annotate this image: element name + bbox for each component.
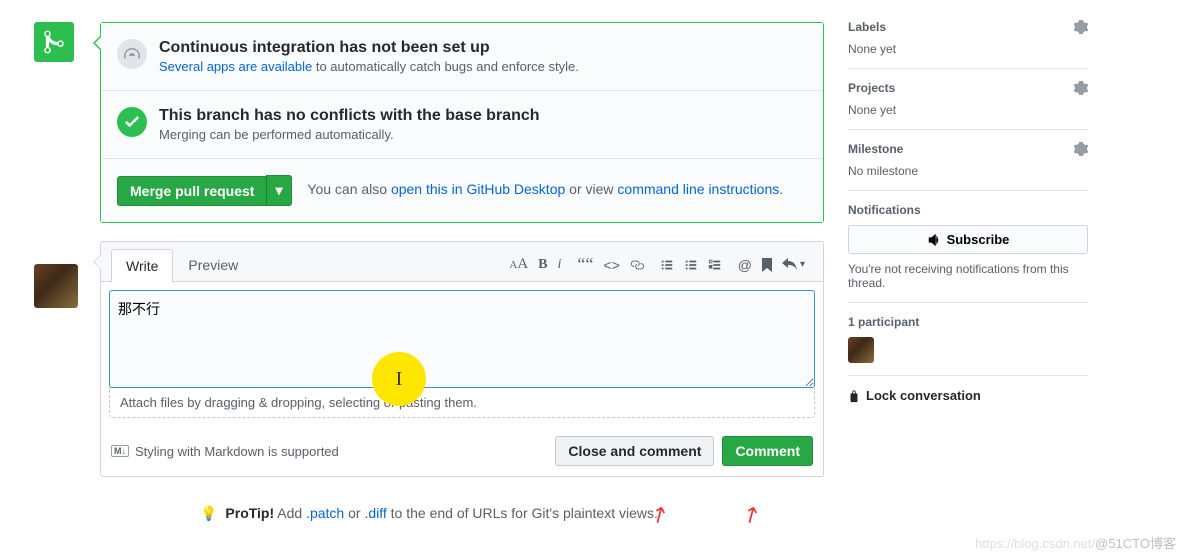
md-toolbar: AA B i ““ <> @ bbox=[509, 254, 813, 275]
comment-tabnav: Write Preview AA B i ““ <> bbox=[101, 242, 823, 282]
notifications-block: Notifications Subscribe You're not recei… bbox=[848, 191, 1088, 303]
projects-value: None yet bbox=[848, 103, 1088, 117]
ci-title: Continuous integration has not been set … bbox=[159, 39, 579, 57]
comment-button[interactable]: Comment bbox=[722, 436, 813, 466]
attach-hint[interactable]: Attach files by dragging & dropping, sel… bbox=[109, 388, 815, 418]
italic-icon[interactable]: i bbox=[558, 254, 562, 275]
sidebar: Labels None yet Projects None yet Milest… bbox=[848, 0, 1088, 556]
labels-heading[interactable]: Labels bbox=[848, 20, 1088, 34]
merge-pull-request-button[interactable]: Merge pull request bbox=[117, 176, 267, 206]
conflict-text: Merging can be performed automatically. bbox=[159, 127, 540, 142]
watermark: https://blog.csdn.net/@51CTO博客 bbox=[975, 533, 1176, 552]
link-icon[interactable] bbox=[630, 254, 644, 275]
participants-block: 1 participant bbox=[848, 303, 1088, 376]
check-icon bbox=[117, 107, 147, 137]
cursor-highlight: I bbox=[372, 352, 426, 406]
reply-icon[interactable]: ▾ bbox=[782, 254, 805, 275]
labels-value: None yet bbox=[848, 42, 1088, 56]
ci-section: Continuous integration has not been set … bbox=[101, 23, 823, 91]
conflict-title: This branch has no conflicts with the ba… bbox=[159, 107, 540, 125]
merge-icon bbox=[34, 22, 74, 62]
close-and-comment-button[interactable]: Close and comment bbox=[555, 436, 714, 466]
code-icon[interactable]: <> bbox=[603, 254, 619, 275]
ci-gauge-icon bbox=[117, 39, 147, 69]
gear-icon[interactable] bbox=[1074, 20, 1088, 34]
comment-textarea[interactable] bbox=[109, 290, 815, 388]
conflict-section: This branch has no conflicts with the ba… bbox=[101, 91, 823, 159]
comment-box: Write Preview AA B i ““ <> bbox=[100, 241, 824, 477]
milestone-block: Milestone No milestone bbox=[848, 130, 1088, 191]
open-desktop-link[interactable]: open this in GitHub Desktop bbox=[391, 181, 565, 197]
merge-alt-prefix: You can also bbox=[307, 181, 391, 197]
bookmark-icon[interactable] bbox=[762, 254, 772, 275]
merge-dropdown-button[interactable]: ▾ bbox=[266, 175, 291, 206]
tab-write[interactable]: Write bbox=[111, 249, 173, 282]
markdown-icon: M↓ bbox=[111, 445, 129, 457]
lock-icon bbox=[848, 389, 860, 403]
mention-icon[interactable]: @ bbox=[738, 254, 752, 275]
ci-apps-link[interactable]: Several apps are available bbox=[159, 59, 312, 74]
markdown-hint[interactable]: M↓ Styling with Markdown is supported bbox=[111, 444, 339, 459]
merge-status-box: Continuous integration has not been set … bbox=[100, 22, 824, 223]
ol-icon[interactable] bbox=[684, 254, 698, 275]
protip: 💡 ProTip! Add .patch or .diff to the end… bbox=[34, 505, 824, 522]
quote-icon[interactable]: ““ bbox=[577, 254, 593, 275]
text-size-icon[interactable]: AA bbox=[509, 254, 528, 275]
annotation-arrow: ↗ bbox=[737, 499, 766, 531]
merge-actions: Merge pull request▾ You can also open th… bbox=[101, 159, 823, 222]
cli-instructions-link[interactable]: command line instructions bbox=[617, 181, 779, 197]
projects-heading[interactable]: Projects bbox=[848, 81, 1088, 95]
participants-heading: 1 participant bbox=[848, 315, 1088, 329]
task-icon[interactable] bbox=[708, 254, 722, 275]
milestone-heading[interactable]: Milestone bbox=[848, 142, 1088, 156]
notification-note: You're not receiving notifications from … bbox=[848, 262, 1088, 290]
diff-link[interactable]: .diff bbox=[364, 505, 386, 521]
ul-icon[interactable] bbox=[660, 254, 674, 275]
bold-icon[interactable]: B bbox=[538, 254, 547, 275]
projects-block: Projects None yet bbox=[848, 69, 1088, 130]
tab-preview[interactable]: Preview bbox=[173, 248, 253, 281]
merge-alt-mid: or view bbox=[565, 181, 617, 197]
ci-text: to automatically catch bugs and enforce … bbox=[312, 59, 579, 74]
notifications-heading: Notifications bbox=[848, 203, 1088, 217]
milestone-value: No milestone bbox=[848, 164, 1088, 178]
speaker-icon bbox=[927, 233, 941, 247]
lock-conversation-link[interactable]: Lock conversation bbox=[848, 376, 1088, 415]
annotation-arrow: ↗ bbox=[645, 499, 674, 531]
bulb-icon: 💡 bbox=[200, 505, 217, 522]
gear-icon[interactable] bbox=[1074, 142, 1088, 156]
participant-avatar[interactable] bbox=[848, 337, 874, 363]
labels-block: Labels None yet bbox=[848, 8, 1088, 69]
subscribe-button[interactable]: Subscribe bbox=[848, 225, 1088, 254]
user-avatar[interactable] bbox=[34, 264, 78, 308]
gear-icon[interactable] bbox=[1074, 81, 1088, 95]
patch-link[interactable]: .patch bbox=[306, 505, 344, 521]
